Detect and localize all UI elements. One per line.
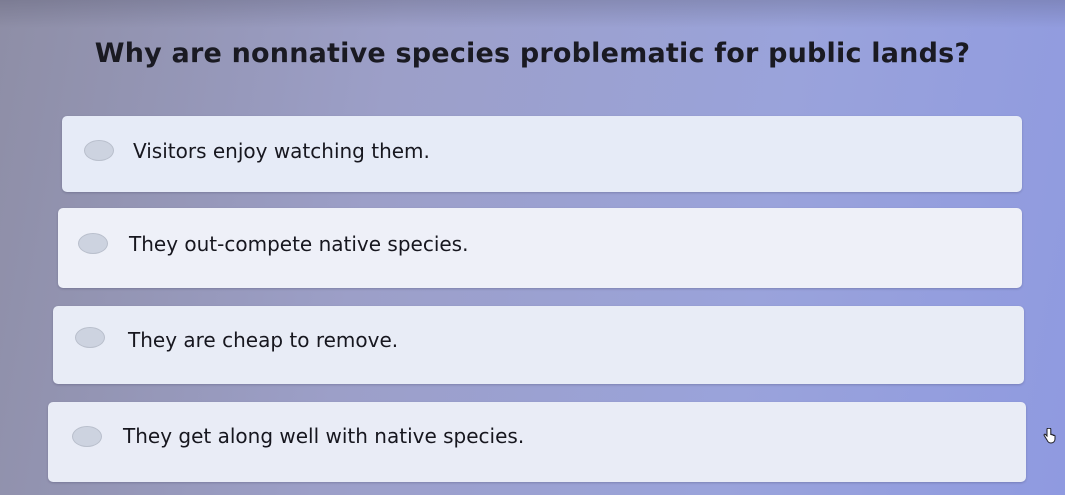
answer-option-label: They out-compete native species. — [129, 232, 469, 256]
radio-icon[interactable] — [72, 426, 102, 447]
answer-option-label: Visitors enjoy watching them. — [133, 139, 430, 163]
answer-option-label: They get along well with native species. — [123, 424, 525, 448]
radio-icon[interactable] — [84, 140, 114, 161]
answer-option-1[interactable]: Visitors enjoy watching them. — [62, 116, 1022, 192]
radio-icon[interactable] — [75, 327, 105, 348]
radio-icon[interactable] — [78, 233, 108, 254]
background-glare — [0, 0, 1065, 28]
answer-option-label: They are cheap to remove. — [128, 328, 399, 352]
answer-option-3[interactable]: They are cheap to remove. — [53, 306, 1024, 384]
answer-option-4[interactable]: They get along well with native species. — [48, 402, 1026, 482]
answer-option-2[interactable]: They out-compete native species. — [58, 208, 1056, 444]
question-text: Why are nonnative species problematic fo… — [94, 38, 971, 69]
hand-pointer-icon — [1043, 428, 1056, 444]
